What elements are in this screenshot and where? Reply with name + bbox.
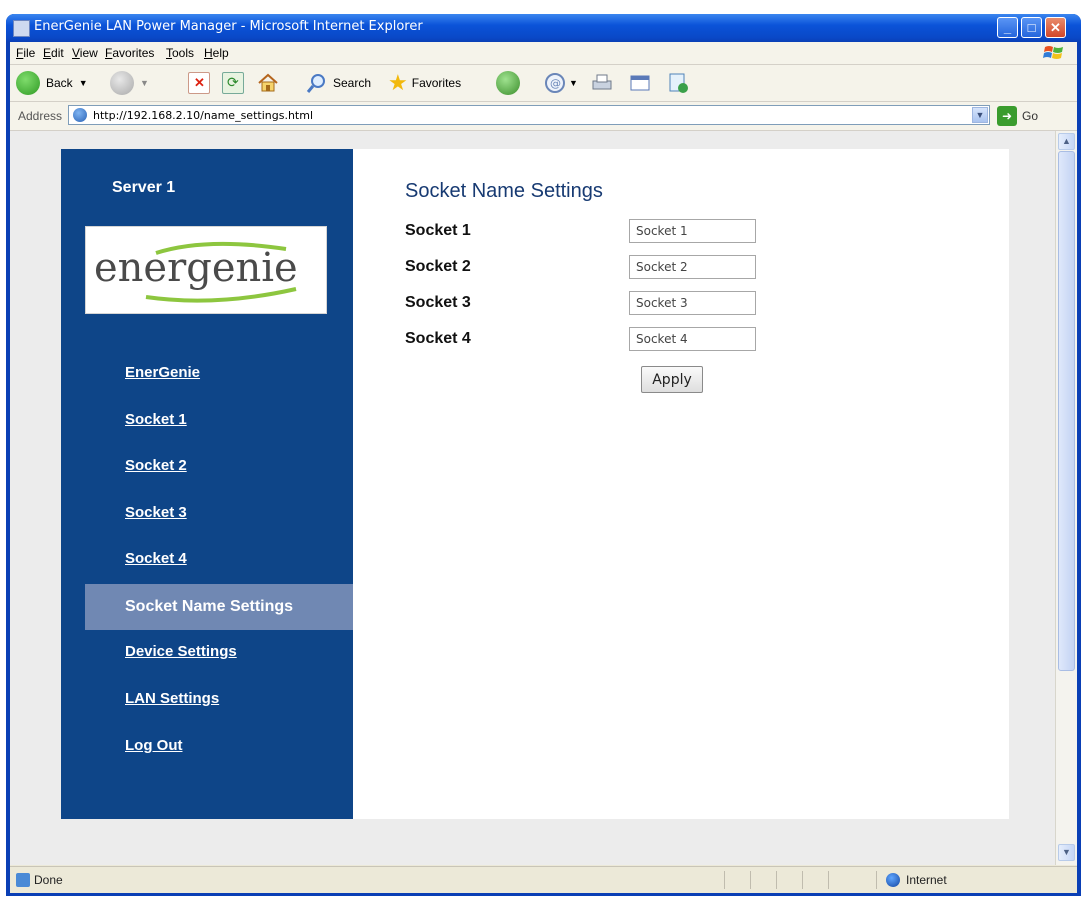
status-bar: Done Internet [10,866,1077,893]
ie-globe-icon [73,108,87,122]
mail-button[interactable]: @ ▼ [543,69,578,97]
zone-text: Internet [906,873,947,887]
address-label: Address [18,109,63,123]
logo-text: energenie [94,245,298,291]
history-icon [496,71,520,95]
favorites-button[interactable]: ★ Favorites [388,69,461,97]
title-bar: EnerGenie LAN Power Manager - Microsoft … [6,14,1081,42]
home-button[interactable] [256,69,280,97]
address-bar: Address http://192.168.2.10/name_setting… [10,102,1077,131]
search-label: Search [333,76,372,90]
status-divider [750,871,751,889]
svg-text:@: @ [550,77,561,90]
favorites-label: Favorites [411,76,462,90]
stop-button[interactable]: ✕ [188,69,210,97]
status-divider [828,871,829,889]
history-button[interactable] [496,69,520,97]
address-input[interactable]: http://192.168.2.10/name_settings.html ▼ [68,105,990,125]
forward-button[interactable]: ▼ [110,69,149,97]
chevron-down-icon: ▼ [78,78,88,88]
socket-2-label: Socket 2 [405,258,471,275]
menu-file[interactable]: File [16,46,35,60]
socket-3-label: Socket 3 [405,294,471,311]
browser-client: File Edit View Favorites Tools Help Back… [10,42,1077,893]
refresh-icon: ⟳ [222,72,244,94]
menu-edit[interactable]: Edit [43,46,64,60]
ie-page-icon [13,20,30,37]
maximize-button[interactable]: □ [1021,17,1042,38]
internet-zone-icon [886,873,900,887]
server-title: Server 1 [112,179,176,196]
socket-3-name-input[interactable] [629,291,756,315]
nav-socket-4[interactable]: Socket 4 [125,550,187,567]
status-divider [776,871,777,889]
energenie-logo: energenie [85,226,327,314]
socket-4-name-input[interactable] [629,327,756,351]
nav-active-label: Socket Name Settings [125,598,294,615]
search-icon [306,74,325,93]
mail-icon: @ [545,73,565,93]
nav-device-settings[interactable]: Device Settings [125,643,237,660]
content-panel: Socket Name Settings Socket 1 Socket 2 S… [353,149,1009,819]
stop-icon: ✕ [188,72,210,94]
address-url: http://192.168.2.10/name_settings.html [93,109,313,122]
scroll-up-icon[interactable]: ▲ [1058,133,1075,150]
messenger-button[interactable] [666,69,690,97]
nav-socket-name-settings[interactable]: Socket Name Settings [85,584,353,630]
status-divider [876,871,877,889]
socket-1-name-input[interactable] [629,219,756,243]
nav-energenie[interactable]: EnerGenie [125,364,200,381]
minimize-button[interactable]: _ [997,17,1018,38]
scrollbar-thumb[interactable] [1058,151,1075,671]
page-viewport: Server 1 energenie EnerGenie Socket 1 So… [10,131,1055,865]
standard-toolbar: Back ▼ ▼ ✕ ⟳ Search ★ Favorites @ ▼ [10,65,1077,102]
print-button[interactable] [590,69,614,97]
home-icon [258,73,278,92]
nav-log-out[interactable]: Log Out [125,737,182,754]
nav-socket-1[interactable]: Socket 1 [125,411,187,428]
chevron-down-icon: ▼ [569,78,578,88]
menu-bar: File Edit View Favorites Tools Help [10,42,1077,65]
page-title: Socket Name Settings [405,180,603,202]
refresh-button[interactable]: ⟳ [222,69,244,97]
messenger-icon [669,73,688,93]
forward-arrow-icon [110,71,134,95]
edit-page-icon [630,75,650,91]
status-divider [802,871,803,889]
nav-socket-3[interactable]: Socket 3 [125,504,187,521]
page-done-icon [16,873,30,887]
search-button[interactable]: Search [305,69,371,97]
status-text: Done [34,873,63,887]
sidebar: Server 1 energenie EnerGenie Socket 1 So… [61,149,353,819]
socket-2-name-input[interactable] [629,255,756,279]
apply-button[interactable]: Apply [641,366,703,393]
chevron-down-icon[interactable]: ▼ [972,107,988,123]
windows-logo-icon [1043,46,1063,59]
window-title: EnerGenie LAN Power Manager - Microsoft … [34,19,423,34]
status-divider [724,871,725,889]
nav-lan-settings[interactable]: LAN Settings [125,690,219,707]
menu-favorites[interactable]: Favorites [105,46,154,60]
go-arrow-icon[interactable]: ➜ [997,106,1017,126]
close-button[interactable]: ✕ [1045,17,1066,38]
socket-4-label: Socket 4 [405,330,471,347]
go-label[interactable]: Go [1022,109,1038,123]
menu-view[interactable]: View [72,46,98,60]
chevron-down-icon: ▼ [140,78,149,88]
back-button[interactable]: Back ▼ [16,69,88,97]
edit-button[interactable] [628,69,652,97]
socket-1-label: Socket 1 [405,222,471,239]
nav-socket-2[interactable]: Socket 2 [125,457,187,474]
scroll-down-icon[interactable]: ▼ [1058,844,1075,861]
print-icon [592,74,612,90]
browser-window: EnerGenie LAN Power Manager - Microsoft … [6,14,1081,896]
menu-tools[interactable]: Tools [166,46,194,60]
menu-help[interactable]: Help [204,46,229,60]
star-icon: ★ [388,70,408,95]
back-label: Back [46,76,73,90]
back-arrow-icon [16,71,40,95]
vertical-scrollbar[interactable]: ▲ ▼ [1055,131,1077,865]
